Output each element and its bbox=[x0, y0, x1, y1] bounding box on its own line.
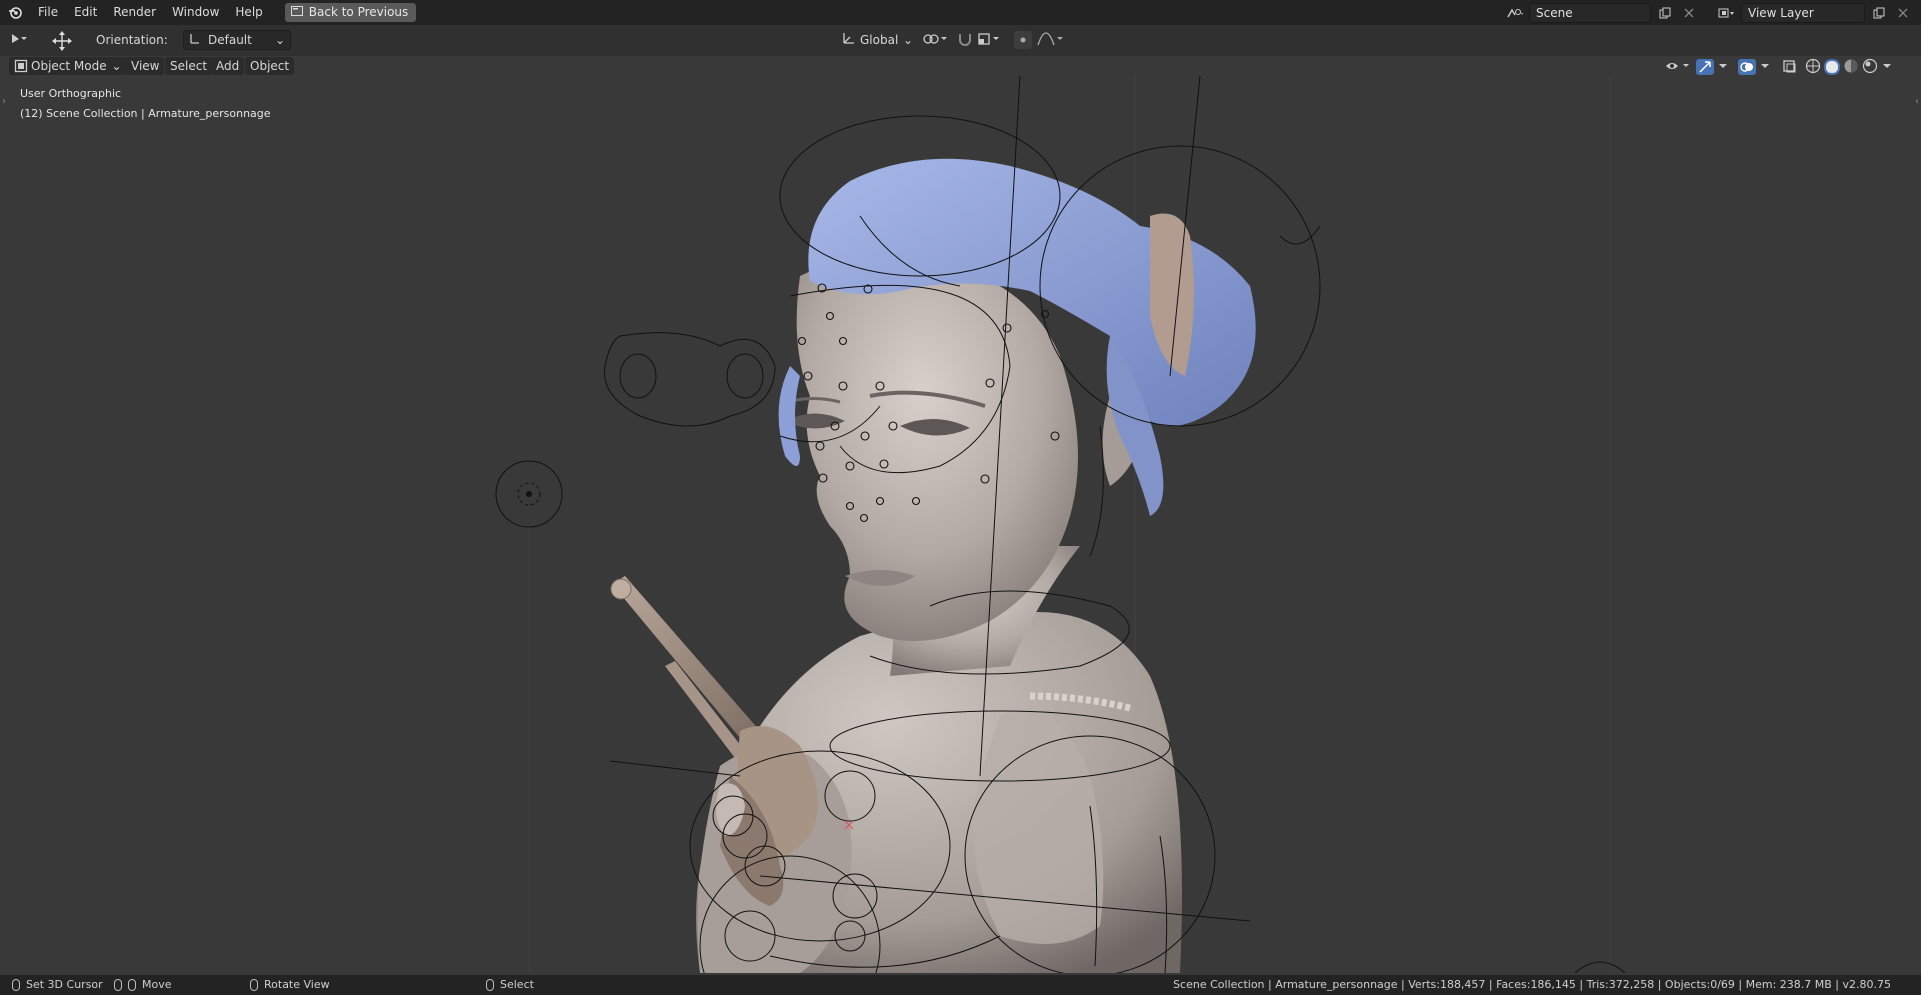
top-menu-bar: File Edit Render Window Help Back to Pre… bbox=[0, 0, 1921, 25]
overlays-dropdown-icon[interactable] bbox=[1759, 59, 1771, 76]
view-layer-field[interactable]: View Layer bbox=[1741, 2, 1865, 23]
back-to-previous-label: Back to Previous bbox=[308, 5, 409, 19]
rendered-shading-icon[interactable] bbox=[1862, 58, 1878, 77]
menu-object[interactable]: Object bbox=[245, 57, 295, 75]
status-select: Select bbox=[486, 975, 534, 995]
menu-help[interactable]: Help bbox=[227, 0, 270, 25]
screen-back-icon bbox=[290, 3, 303, 22]
menu-edit[interactable]: Edit bbox=[66, 0, 105, 25]
viewport-header: Object Mode ⌄ View Select Add Object bbox=[0, 56, 1921, 76]
armature-rig-fragment bbox=[1574, 961, 1626, 973]
global-axis-icon bbox=[841, 31, 855, 50]
material-preview-icon[interactable] bbox=[1843, 58, 1859, 77]
scene-render bbox=[495, 76, 1626, 973]
shading-dropdown-icon[interactable] bbox=[1881, 59, 1893, 76]
scene-stats: Scene Collection | Armature_personnage |… bbox=[1173, 978, 1891, 991]
scene-name-field[interactable]: Scene bbox=[1529, 2, 1651, 23]
chevron-down-icon: ⌄ bbox=[902, 33, 913, 47]
gun-barrel bbox=[612, 576, 760, 744]
tool-picker[interactable] bbox=[10, 31, 34, 49]
snap-toggle-icon[interactable] bbox=[957, 31, 973, 49]
view-layer-icon[interactable] bbox=[1717, 4, 1737, 22]
menu-add[interactable]: Add bbox=[211, 57, 245, 75]
status-left-click: Set 3D Cursor bbox=[12, 975, 103, 995]
gizmo-toggle-icon[interactable] bbox=[1696, 59, 1714, 75]
menu-view[interactable]: View bbox=[126, 57, 165, 75]
object-mode-dropdown[interactable]: Object Mode ⌄ bbox=[9, 57, 127, 75]
viewport-overlay-controls bbox=[1665, 58, 1893, 77]
scene-icon[interactable] bbox=[1505, 4, 1525, 22]
back-to-previous-button[interactable]: Back to Previous bbox=[284, 3, 417, 22]
mouse-middle-icon bbox=[114, 979, 122, 991]
overlays-toggle-icon[interactable] bbox=[1738, 59, 1756, 75]
axis-orientation-icon bbox=[189, 31, 201, 50]
falloff-icon[interactable] bbox=[1036, 31, 1066, 49]
chevron-down-icon: ⌄ bbox=[111, 59, 122, 73]
orientation-label: Orientation: bbox=[96, 33, 168, 47]
tool-settings-header: Orientation: Default ⌄ Global ⌄ bbox=[0, 25, 1921, 56]
move-tool-icon[interactable] bbox=[50, 31, 74, 51]
object-mode-label: Object Mode bbox=[31, 59, 107, 73]
eye-target-controller bbox=[603, 332, 776, 427]
menu-select[interactable]: Select bbox=[165, 57, 213, 75]
chevron-down-icon: ⌄ bbox=[274, 33, 285, 47]
3d-viewport[interactable]: User Orthographic (12) Scene Collection … bbox=[0, 76, 1921, 973]
blender-logo-icon[interactable] bbox=[0, 0, 30, 25]
proportional-edit-icon[interactable] bbox=[1014, 31, 1032, 49]
new-view-layer-icon[interactable] bbox=[1869, 4, 1889, 22]
status-select-label: Select bbox=[500, 978, 534, 991]
visibility-eye-icon[interactable] bbox=[1665, 59, 1693, 76]
wireframe-shading-icon[interactable] bbox=[1805, 58, 1821, 77]
mouse-select-icon bbox=[486, 979, 494, 991]
mouse-icon bbox=[128, 979, 136, 991]
new-scene-icon[interactable] bbox=[1655, 4, 1675, 22]
gun-muzzle bbox=[610, 578, 632, 600]
status-rotate-label: Rotate View bbox=[264, 978, 330, 991]
menu-window[interactable]: Window bbox=[164, 0, 227, 25]
status-left-click-label: Set 3D Cursor bbox=[26, 978, 103, 991]
status-bar: Set 3D Cursor Move Rotate View Select Sc… bbox=[0, 975, 1921, 995]
transform-orientation-dropdown[interactable]: Global ⌄ bbox=[835, 30, 919, 50]
scene-selectors: Scene View Layer bbox=[1505, 0, 1921, 25]
orientation-value: Default bbox=[208, 33, 252, 47]
menu-render[interactable]: Render bbox=[105, 0, 164, 25]
3d-cursor bbox=[495, 460, 563, 528]
delete-scene-icon[interactable] bbox=[1679, 4, 1699, 22]
mouse-right-icon bbox=[250, 979, 258, 991]
mouse-left-icon bbox=[12, 979, 20, 991]
menu-file[interactable]: File bbox=[30, 0, 66, 25]
xray-toggle-icon[interactable] bbox=[1782, 59, 1798, 76]
snap-element-icon[interactable] bbox=[977, 31, 1003, 49]
hair-strand bbox=[778, 366, 800, 466]
pivot-point-icon[interactable] bbox=[922, 31, 950, 49]
transform-orientation-value: Global bbox=[860, 33, 899, 47]
status-middle-label: Move bbox=[142, 978, 172, 991]
orientation-dropdown[interactable]: Default ⌄ bbox=[183, 30, 291, 50]
status-middle: Move bbox=[114, 975, 172, 995]
status-rotate: Rotate View bbox=[250, 975, 330, 995]
gizmo-dropdown-icon[interactable] bbox=[1717, 59, 1729, 76]
cursor-tool-icon bbox=[10, 34, 34, 48]
delete-view-layer-icon[interactable] bbox=[1893, 4, 1913, 22]
solid-shading-icon[interactable] bbox=[1824, 59, 1840, 75]
